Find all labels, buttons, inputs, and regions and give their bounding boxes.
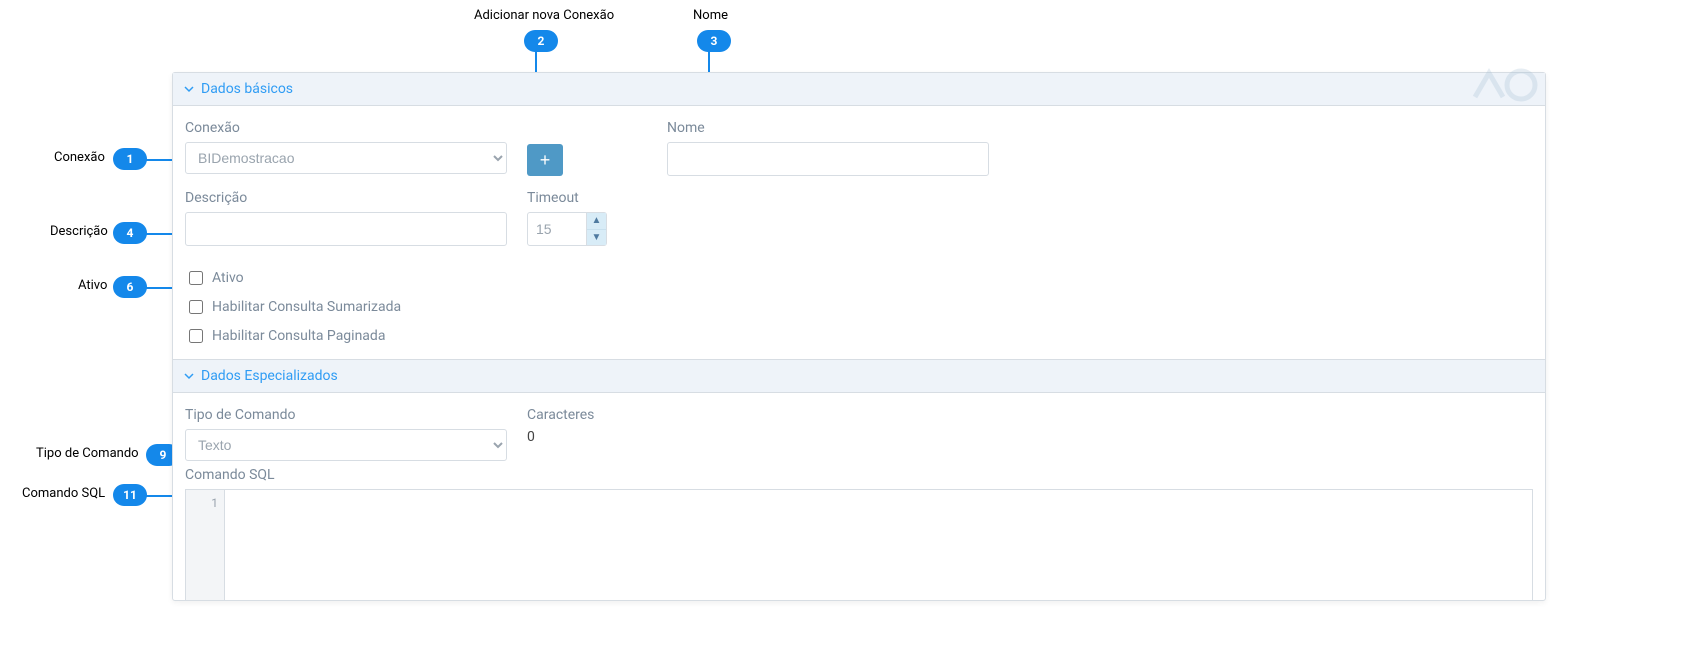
timeout-stepper[interactable]: ▲ ▼ <box>527 212 607 246</box>
main-panel: Dados básicos Conexão BIDemostracao <box>172 72 1546 601</box>
timeout-input[interactable] <box>528 221 586 237</box>
callout-nome-label: Nome <box>693 8 728 23</box>
ativo-checkbox-label: Ativo <box>212 270 244 286</box>
hcp-checkbox-wrapper[interactable]: Habilitar Consulta Paginada <box>185 326 385 346</box>
hcs-checkbox[interactable] <box>189 300 203 314</box>
spin-down-icon[interactable]: ▼ <box>587 230 606 246</box>
conexao-label: Conexão <box>185 120 507 136</box>
add-connection-button[interactable]: + <box>527 144 563 176</box>
callout-descricao-label: Descrição <box>50 224 108 239</box>
callout-badge-3: 3 <box>697 30 731 52</box>
section-basic-title: Dados básicos <box>201 81 293 97</box>
callout-badge-2: 2 <box>524 30 558 52</box>
hcs-checkbox-label: Habilitar Consulta Sumarizada <box>212 299 401 315</box>
hcp-checkbox[interactable] <box>189 329 203 343</box>
tipo-comando-select[interactable]: Texto <box>185 429 507 461</box>
chevron-down-icon <box>183 83 195 95</box>
section-basic: Dados básicos Conexão BIDemostracao <box>173 73 1545 359</box>
callout-tipo-comando-label: Tipo de Comando <box>36 446 139 461</box>
plus-icon: + <box>540 151 551 169</box>
caracteres-value: 0 <box>527 429 594 445</box>
section-basic-header[interactable]: Dados básicos <box>173 73 1545 106</box>
callout-add-connection-label: Adicionar nova Conexão <box>474 8 614 23</box>
comando-sql-label: Comando SQL <box>185 467 1533 483</box>
callout-ativo-label: Ativo <box>78 278 107 293</box>
hcs-checkbox-wrapper[interactable]: Habilitar Consulta Sumarizada <box>185 297 401 317</box>
editor-gutter: 1 <box>186 490 225 600</box>
nome-input[interactable] <box>667 142 989 176</box>
timeout-label: Timeout <box>527 190 607 206</box>
nome-label: Nome <box>667 120 989 136</box>
caracteres-label: Caracteres <box>527 407 594 423</box>
hcp-checkbox-label: Habilitar Consulta Paginada <box>212 328 385 344</box>
callout-conexao-label: Conexão <box>54 150 105 165</box>
ativo-checkbox-wrapper[interactable]: Ativo <box>185 268 244 288</box>
ativo-checkbox[interactable] <box>189 271 203 285</box>
sql-editor[interactable]: 1 <box>185 489 1533 600</box>
line-number: 1 <box>186 496 218 510</box>
descricao-label: Descrição <box>185 190 507 206</box>
spin-up-icon[interactable]: ▲ <box>587 213 606 230</box>
chevron-down-icon <box>183 370 195 382</box>
tipo-comando-label: Tipo de Comando <box>185 407 507 423</box>
section-specialized: Dados Especializados Tipo de Comando Tex… <box>173 359 1545 600</box>
conexao-select[interactable]: BIDemostracao <box>185 142 507 174</box>
descricao-input[interactable] <box>185 212 507 246</box>
callout-comando-sql-label: Comando SQL <box>22 486 105 501</box>
section-specialized-header[interactable]: Dados Especializados <box>173 359 1545 393</box>
editor-code-area[interactable] <box>225 490 1532 600</box>
brand-watermark-icon <box>1469 67 1539 107</box>
section-specialized-title: Dados Especializados <box>201 368 338 384</box>
